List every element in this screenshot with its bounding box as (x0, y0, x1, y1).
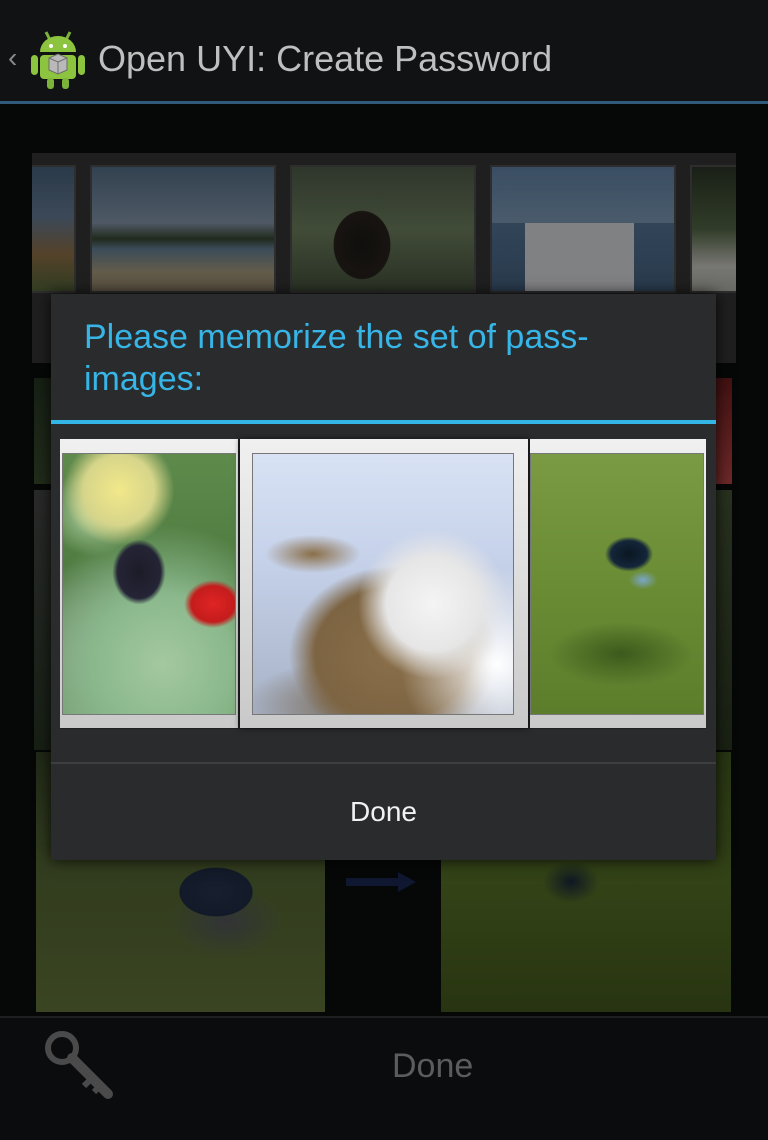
up-chevron-icon[interactable]: ‹ (8, 40, 17, 76)
memorize-dialog: Please memorize the set of pass-images: … (51, 294, 716, 860)
dialog-title-divider (51, 420, 716, 424)
pass-image-frame[interactable] (60, 439, 238, 728)
dialog-title: Please memorize the set of pass-images: (84, 318, 589, 398)
page-title: Open UYI: Create Password (98, 38, 553, 79)
blurred-cat-image (252, 453, 514, 715)
blurred-bird-on-grass-image (530, 453, 704, 715)
android-robot-icon[interactable] (28, 24, 88, 90)
action-bar: ‹ Open UYI: Create Password (0, 0, 768, 104)
pass-image-frame-selected[interactable] (240, 439, 528, 728)
pass-images-gallery[interactable] (60, 439, 706, 729)
dialog-done-button[interactable]: Done (51, 764, 716, 860)
key-icon[interactable] (42, 1030, 118, 1102)
blurred-flowers-image (62, 453, 236, 715)
pass-image-frame[interactable] (530, 439, 706, 728)
bottom-done-button[interactable]: Done (392, 1044, 473, 1088)
